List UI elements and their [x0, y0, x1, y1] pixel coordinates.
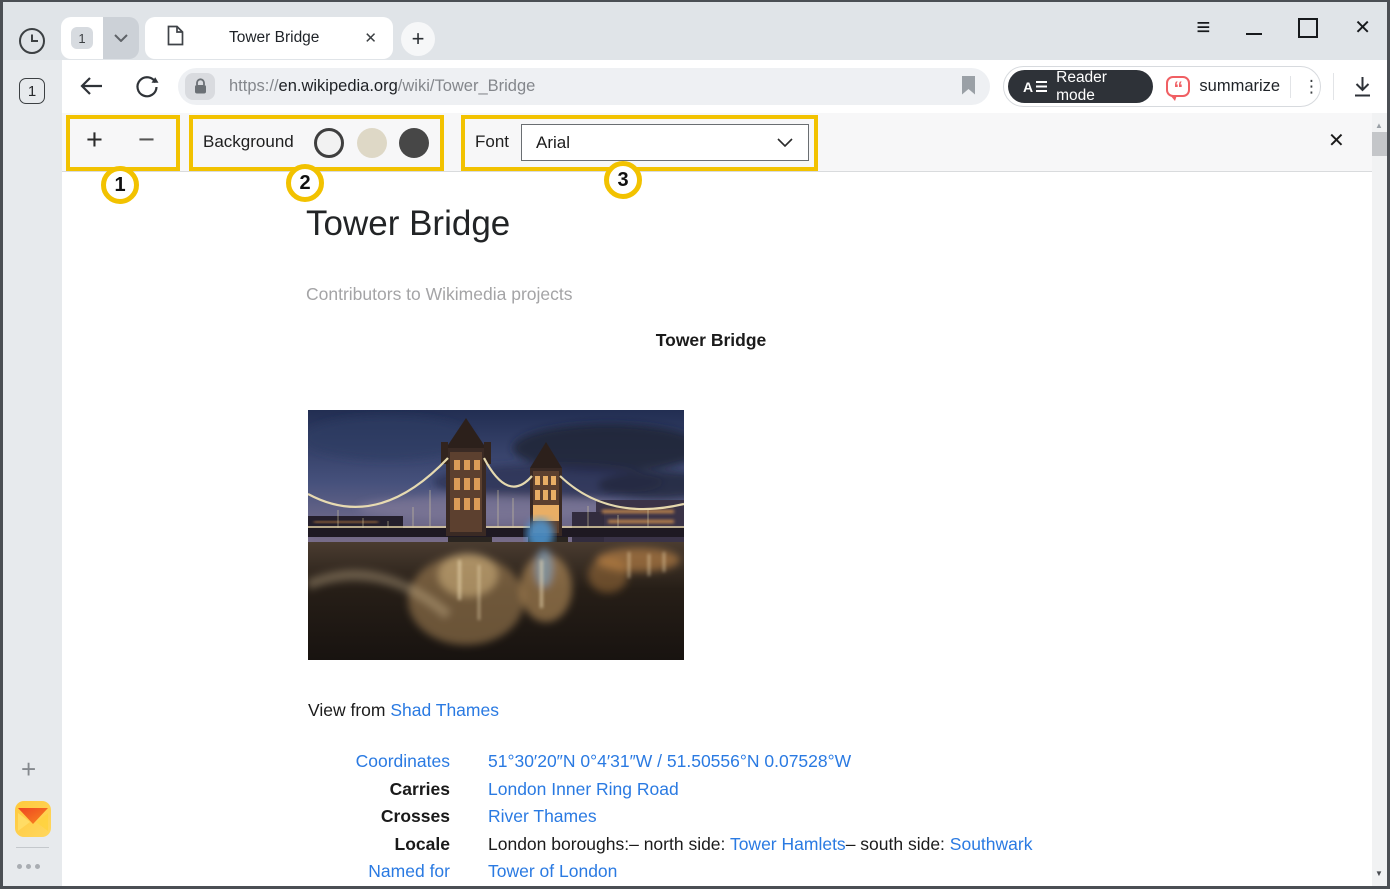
- divider: [1290, 76, 1291, 98]
- maximize-button[interactable]: [1298, 18, 1318, 38]
- new-tab-button[interactable]: +: [401, 22, 435, 56]
- infobox-caption: Tower Bridge: [306, 330, 1116, 351]
- row-value-coordinates[interactable]: 51°30′20″N 0°4′31″W / 51.50556°N 0.07528…: [488, 748, 851, 776]
- tab-title: Tower Bridge: [184, 29, 364, 47]
- reader-close-icon[interactable]: ✕: [1328, 128, 1345, 153]
- sidebar: 1 +: [3, 60, 62, 886]
- url-text: https://en.wikipedia.org/wiki/Tower_Brid…: [229, 77, 535, 96]
- tab-bar: 1 Tower Bridge ✕ + ≡ ✕: [3, 2, 1387, 60]
- divider: [1333, 73, 1334, 100]
- scroll-down-icon[interactable]: ▼: [1375, 869, 1383, 878]
- lock-icon[interactable]: [185, 73, 215, 100]
- annotation-box-background: [189, 115, 444, 171]
- table-row: Carries London Inner Ring Road: [306, 776, 1116, 804]
- tab-stack[interactable]: 1: [61, 17, 139, 59]
- bookmark-icon[interactable]: [961, 76, 976, 100]
- tower-hamlets-link[interactable]: Tower Hamlets: [730, 834, 846, 854]
- reader-mode-icon: A: [1023, 80, 1047, 94]
- chevron-down-icon: [114, 34, 128, 42]
- annotation-badge-1: 1: [101, 166, 139, 204]
- annotation-box-zoom: [66, 115, 180, 171]
- caption-link[interactable]: Shad Thames: [390, 700, 499, 720]
- mail-app-icon[interactable]: [15, 801, 51, 842]
- sidebar-more-icon[interactable]: [17, 864, 40, 869]
- infobox-table: Coordinates 51°30′20″N 0°4′31″W / 51.505…: [306, 748, 1116, 886]
- row-value-locale: London boroughs:– north side: Tower Haml…: [488, 831, 1032, 859]
- row-label-crosses: Crosses: [306, 803, 450, 831]
- reload-icon[interactable]: [134, 74, 160, 105]
- summarize-button[interactable]: “ summarize: [1166, 76, 1280, 97]
- tab-stack-count-wrap: 1: [61, 17, 103, 59]
- tab-close-icon[interactable]: ✕: [364, 29, 377, 47]
- row-label-named-for[interactable]: Named for: [306, 858, 450, 886]
- address-toolbar: https://en.wikipedia.org/wiki/Tower_Brid…: [62, 60, 1387, 113]
- row-value-named-for[interactable]: Tower of London: [488, 858, 617, 886]
- workspace-badge[interactable]: 1: [19, 78, 45, 104]
- image-caption: View from Shad Thames: [308, 700, 499, 721]
- reader-mode-button[interactable]: A Reader mode: [1008, 70, 1153, 103]
- annotation-badge-2: 2: [286, 164, 324, 202]
- quote-bubble-icon: “: [1166, 76, 1190, 97]
- url-bar[interactable]: https://en.wikipedia.org/wiki/Tower_Brid…: [178, 68, 990, 105]
- scroll-up-icon[interactable]: ▲: [1375, 121, 1383, 130]
- scrollbar[interactable]: ▲ ▼: [1372, 113, 1387, 886]
- article-byline: Contributors to Wikimedia projects: [306, 284, 572, 305]
- table-row: Locale London boroughs:– north side: Tow…: [306, 831, 1116, 859]
- annotation-badge-3: 3: [604, 161, 642, 199]
- history-clock-icon[interactable]: [17, 26, 47, 61]
- url-scheme: https://: [229, 77, 279, 95]
- row-label-coordinates[interactable]: Coordinates: [306, 748, 450, 776]
- table-row: Crosses River Thames: [306, 803, 1116, 831]
- download-icon[interactable]: [1350, 74, 1375, 104]
- page-icon: [167, 25, 184, 51]
- window-close-icon[interactable]: ✕: [1354, 18, 1371, 38]
- menu-icon[interactable]: ≡: [1196, 16, 1210, 40]
- table-row: Named for Tower of London: [306, 858, 1116, 886]
- row-value-carries[interactable]: London Inner Ring Road: [488, 776, 679, 804]
- caption-prefix: View from: [308, 700, 390, 720]
- row-label-carries: Carries: [306, 776, 450, 804]
- table-row: Coordinates 51°30′20″N 0°4′31″W / 51.505…: [306, 748, 1116, 776]
- reader-content: Tower Bridge Contributors to Wikimedia p…: [62, 172, 1372, 886]
- url-host: en.wikipedia.org: [279, 77, 398, 95]
- sidebar-add-icon[interactable]: +: [21, 754, 36, 785]
- tower-bridge-photo: [308, 410, 684, 660]
- southwark-link[interactable]: Southwark: [950, 834, 1033, 854]
- scrollbar-thumb[interactable]: [1372, 132, 1387, 156]
- kebab-menu-icon[interactable]: ⋮: [1303, 77, 1320, 97]
- annotation-box-font: [461, 115, 818, 171]
- sidebar-divider: [16, 847, 49, 848]
- minimize-button[interactable]: [1246, 33, 1262, 35]
- tab-stack-count-badge: 1: [71, 27, 93, 49]
- summarize-label: summarize: [1199, 77, 1280, 96]
- browser-window: 1 Tower Bridge ✕ + ≡ ✕ 1 +: [3, 2, 1387, 886]
- row-value-crosses[interactable]: River Thames: [488, 803, 597, 831]
- row-label-locale: Locale: [306, 831, 450, 859]
- tab-stack-expand-button[interactable]: [103, 17, 139, 59]
- window-controls: ≡ ✕: [1196, 8, 1371, 48]
- url-path: /wiki/Tower_Bridge: [398, 77, 536, 95]
- reader-mode-label: Reader mode: [1056, 69, 1138, 105]
- back-icon[interactable]: [79, 74, 105, 103]
- page-title: Tower Bridge: [306, 204, 510, 244]
- page-actions-group: A Reader mode “ summarize ⋮: [1003, 66, 1321, 107]
- active-tab[interactable]: Tower Bridge ✕: [145, 17, 393, 59]
